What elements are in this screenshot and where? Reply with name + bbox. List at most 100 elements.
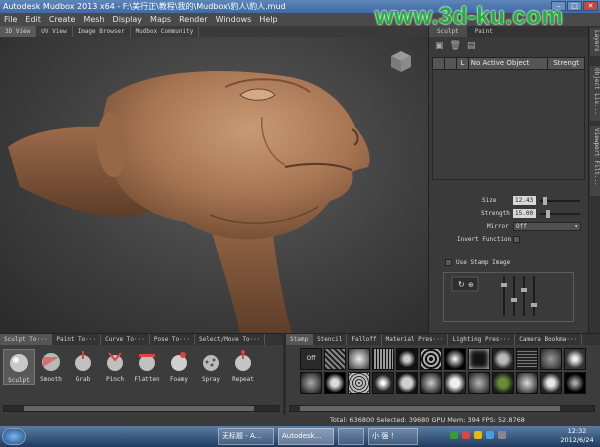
tab-curve-tools[interactable]: Curve To··· [101,334,150,345]
stamp-off[interactable]: Off [300,348,322,370]
tab-camera-bookmarks[interactable]: Camera Bookma··· [515,334,583,345]
tab-falloff[interactable]: Falloff [347,334,382,345]
stamp-thumbnail[interactable] [564,348,586,370]
stamp-thumbnail[interactable] [444,348,466,370]
stamp-thumbnail[interactable] [492,348,514,370]
volume-icon[interactable] [486,431,494,439]
stamp-thumbnail[interactable] [540,348,562,370]
tab-3d-view[interactable]: 3D View [0,26,37,37]
stamp-thumbnail[interactable] [372,372,394,394]
scene-stats: Total: 636800 Selected: 39680 GPU Mem: 3… [330,416,525,424]
stamp-thumbnail[interactable] [516,372,538,394]
tool-tray-tabs: Sculpt To··· Paint To··· Curve To··· Pos… [0,334,283,345]
delete-layer-icon[interactable]: 🗑 [450,41,461,51]
stamp-thumbnail[interactable] [564,372,586,394]
tab-select-move-tools[interactable]: Select/Move To··· [195,334,266,345]
stamp-thumbnail[interactable] [468,348,490,370]
tool-repeat[interactable]: Repeat [227,349,259,385]
strength-slider[interactable] [540,210,580,218]
stamp-tray-scrollbar[interactable] [289,405,595,412]
stamp-thumbnail[interactable] [540,372,562,394]
stamp-thumbnail[interactable] [444,372,466,394]
menu-render[interactable]: Render [175,13,211,26]
tab-material-presets[interactable]: Material Pres··· [382,334,449,345]
stamp-grid: Off [300,348,586,394]
start-button[interactable] [2,428,26,445]
stamp-thumbnail[interactable] [420,372,442,394]
layer-list[interactable] [432,70,585,180]
stamp-thumbnail[interactable] [324,372,346,394]
menu-edit[interactable]: Edit [21,13,45,26]
mirror-dropdown[interactable]: Off ▾ [513,222,581,231]
taskbar-item-autodesk[interactable]: Autodesk... [278,428,334,445]
tab-uv-view[interactable]: UV View [36,26,73,37]
stamp-thumbnail[interactable] [324,348,346,370]
tab-paint-tools[interactable]: Paint To··· [52,334,102,345]
stamp-thumbnail[interactable] [396,348,418,370]
tool-grab[interactable]: Grab [67,349,99,385]
tool-flatten[interactable]: Flatten [131,349,163,385]
strength-field[interactable]: 15.00 [513,209,536,218]
layer-toolbar: ▣ 🗑 ▤ [429,37,588,55]
stamp-thumbnail[interactable] [492,372,514,394]
stamp-thumbnail[interactable] [420,348,442,370]
menu-maps[interactable]: Maps [146,13,175,26]
viewcube-icon[interactable] [387,47,415,75]
notification-icon[interactable] [474,431,482,439]
menu-help[interactable]: Help [255,13,281,26]
tool-smooth[interactable]: Smooth [35,349,67,385]
tab-layers[interactable]: Layers [590,28,600,56]
stamp-thumbnail[interactable] [300,372,322,394]
tool-tray-scrollbar[interactable] [3,405,280,412]
keyboard-icon[interactable] [498,431,506,439]
stamp-thumbnail[interactable] [348,372,370,394]
stamp-thumbnail[interactable] [516,348,538,370]
menu-mesh[interactable]: Mesh [79,13,108,26]
tab-viewport-filters[interactable]: Viewport Filt... [590,126,600,196]
tab-sculpt-tools[interactable]: Sculpt To··· [0,334,53,345]
clock[interactable]: 12:32 2012/6/24 [557,427,597,445]
layer-row[interactable]: L No Active Object Strengt [432,57,585,70]
tab-mudbox-community[interactable]: Mudbox Community [131,26,200,37]
tab-image-browser[interactable]: Image Browser [73,26,131,37]
taskbar-item-notepad[interactable]: 无标题 - A... [218,428,274,445]
mirror-value: Off [516,223,527,230]
tab-stamp[interactable]: Stamp [286,334,314,345]
invert-function-checkbox[interactable] [513,236,520,243]
tab-stencil[interactable]: Stencil [313,334,348,345]
tab-lighting-presets[interactable]: Lighting Pres··· [448,334,516,345]
stamp-thumbnail[interactable] [468,372,490,394]
stamp-thumbnail[interactable] [348,348,370,370]
taskbar-item-app[interactable] [338,428,364,445]
svg-text:↻: ↻ [458,280,465,289]
tool-sculpt[interactable]: Sculpt [3,349,35,385]
maximize-button[interactable]: □ [567,1,582,11]
close-button[interactable]: ✕ [583,1,598,11]
watermark: www.3d-ku.com [375,3,564,30]
tool-foamy[interactable]: Foamy [163,349,195,385]
network-icon[interactable] [450,431,458,439]
stamp-thumbnail[interactable] [396,372,418,394]
tool-spray[interactable]: Spray [195,349,227,385]
menu-create[interactable]: Create [45,13,80,26]
taskbar-item-chat[interactable]: 小 强 ！ [368,428,418,445]
tab-pose-tools[interactable]: Pose To··· [150,334,195,345]
use-stamp-checkbox[interactable] [445,259,452,266]
size-field[interactable]: 12.43 [513,196,536,205]
menu-display[interactable]: Display [109,13,147,26]
tab-object-list[interactable]: Object Lis... [590,66,600,121]
stamp-thumbnail[interactable] [372,348,394,370]
layer-options-icon[interactable]: ▤ [467,41,476,51]
security-icon[interactable] [462,431,470,439]
menu-file[interactable]: File [0,13,21,26]
tool-pinch[interactable]: Pinch [99,349,131,385]
menu-windows[interactable]: Windows [212,13,256,26]
3d-viewport[interactable] [0,37,428,333]
new-layer-icon[interactable]: ▣ [435,41,444,51]
lock-icon[interactable] [445,58,457,69]
tool-label: Grab [75,376,91,383]
tool-label: Flatten [134,376,160,383]
size-slider[interactable] [540,197,580,205]
view-tabs: 3D View UV View Image Browser Mudbox Com… [0,26,428,37]
visibility-icon[interactable] [433,58,445,69]
